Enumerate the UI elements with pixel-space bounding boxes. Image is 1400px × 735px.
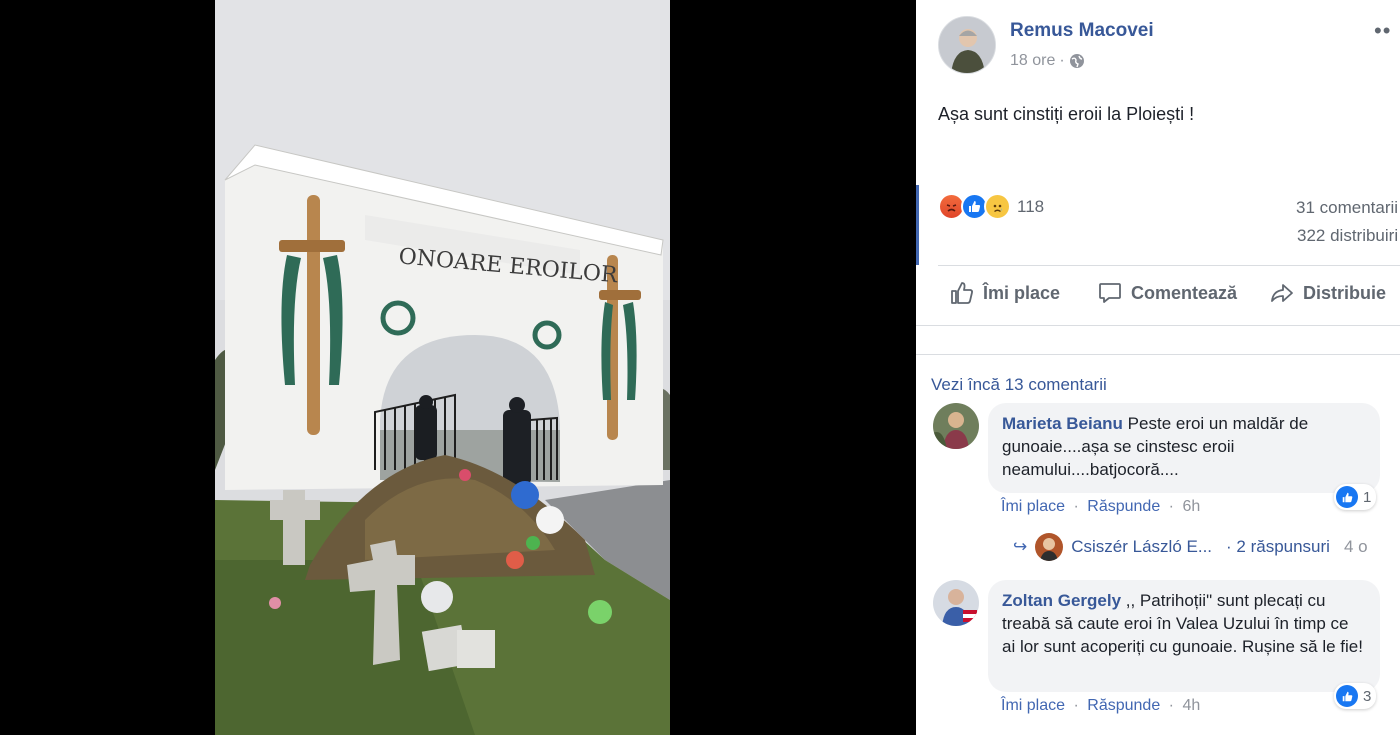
commenter-avatar[interactable] <box>933 580 979 626</box>
comment-reaction-count: 3 <box>1363 687 1372 705</box>
like-reaction-icon <box>1336 685 1358 707</box>
comment-label: Comentează <box>1131 282 1238 303</box>
divider <box>916 325 1400 326</box>
reply-author-avatar[interactable] <box>1035 533 1064 561</box>
comment-button[interactable]: Comentează <box>1097 280 1237 306</box>
comment-actions: Îmi place · Răspunde · 4h <box>1001 697 1200 715</box>
comment-reactions[interactable]: 1 <box>1334 484 1377 510</box>
comment-like-link[interactable]: Îmi place <box>1001 498 1065 515</box>
globe-icon <box>1069 54 1084 68</box>
share-button[interactable]: Distribuie <box>1269 280 1386 306</box>
reaction-summary[interactable]: 118 <box>938 193 1044 220</box>
comment-actions: Îmi place · Răspunde · 6h <box>1001 498 1200 516</box>
like-button[interactable]: Îmi place <box>949 280 1060 306</box>
share-count-link[interactable]: 322 distribuiri <box>1297 226 1398 246</box>
comment-like-link[interactable]: Îmi place <box>1001 697 1065 714</box>
action-separator: · <box>1168 697 1174 714</box>
comment-bubble: Marieta Beianu Peste eroi un maldăr de g… <box>988 403 1380 493</box>
comment-count-link[interactable]: 31 comentarii <box>1296 198 1398 218</box>
action-separator: · <box>1168 498 1174 515</box>
like-label: Îmi place <box>983 282 1061 303</box>
author-avatar[interactable] <box>938 16 996 74</box>
post-photo[interactable]: ONOARE EROILOR <box>215 0 670 735</box>
commenter-avatar[interactable] <box>933 403 979 449</box>
comment-reaction-count: 1 <box>1363 488 1372 506</box>
action-separator: · <box>1073 697 1079 714</box>
post-meta: 18 ore · <box>1010 52 1085 70</box>
like-reaction-icon <box>1336 486 1358 508</box>
comment-reply-link[interactable]: Răspunde <box>1087 498 1160 515</box>
reply-author-name[interactable]: Csiszér László E... <box>1071 537 1212 557</box>
divider <box>916 354 1400 355</box>
focus-indicator <box>916 185 919 265</box>
divider <box>938 265 1400 266</box>
reply-count[interactable]: · 2 răspunsuri <box>1226 537 1330 557</box>
share-icon <box>1271 284 1293 302</box>
comment-reactions[interactable]: 3 <box>1334 683 1377 709</box>
author-name[interactable]: Remus Macovei <box>1010 20 1154 42</box>
more-icon[interactable]: •• <box>1374 18 1391 44</box>
comment-time[interactable]: 6h <box>1182 498 1200 515</box>
commenter-name[interactable]: Zoltan Gergely <box>1002 591 1121 610</box>
commenter-name[interactable]: Marieta Beianu <box>1002 414 1123 433</box>
view-more-comments-link[interactable]: Vezi încă 13 comentarii <box>931 375 1107 395</box>
photo-illustration: ONOARE EROILOR <box>215 0 670 735</box>
reaction-count: 118 <box>1017 196 1045 216</box>
reply-time: 4 o <box>1343 537 1368 556</box>
reply-preview[interactable]: ↪ Csiszér László E... · 2 răspunsuri 4 o <box>1013 533 1368 561</box>
action-separator: · <box>1073 498 1079 515</box>
share-label: Distribuie <box>1303 282 1387 303</box>
photo-viewer: ONOARE EROILOR <box>0 0 916 735</box>
meta-separator: · <box>1059 52 1065 69</box>
reply-arrow-icon: ↪ <box>1013 537 1028 556</box>
post-text: Așa sunt cinstiți eroii la Ploiești ! <box>938 104 1195 124</box>
comment-time[interactable]: 4h <box>1182 697 1200 714</box>
sad-reaction-icon <box>984 193 1011 220</box>
post-panel: Remus Macovei 18 ore · •• Așa sunt cinst… <box>916 0 1400 735</box>
comment-icon <box>1099 283 1121 303</box>
comment-reply-link[interactable]: Răspunde <box>1087 697 1160 714</box>
comment-bubble: Zoltan Gergely ,, Patrihoții" sunt pleca… <box>988 580 1380 692</box>
thumbs-up-icon <box>951 282 973 304</box>
post-time[interactable]: 18 ore <box>1010 52 1055 70</box>
